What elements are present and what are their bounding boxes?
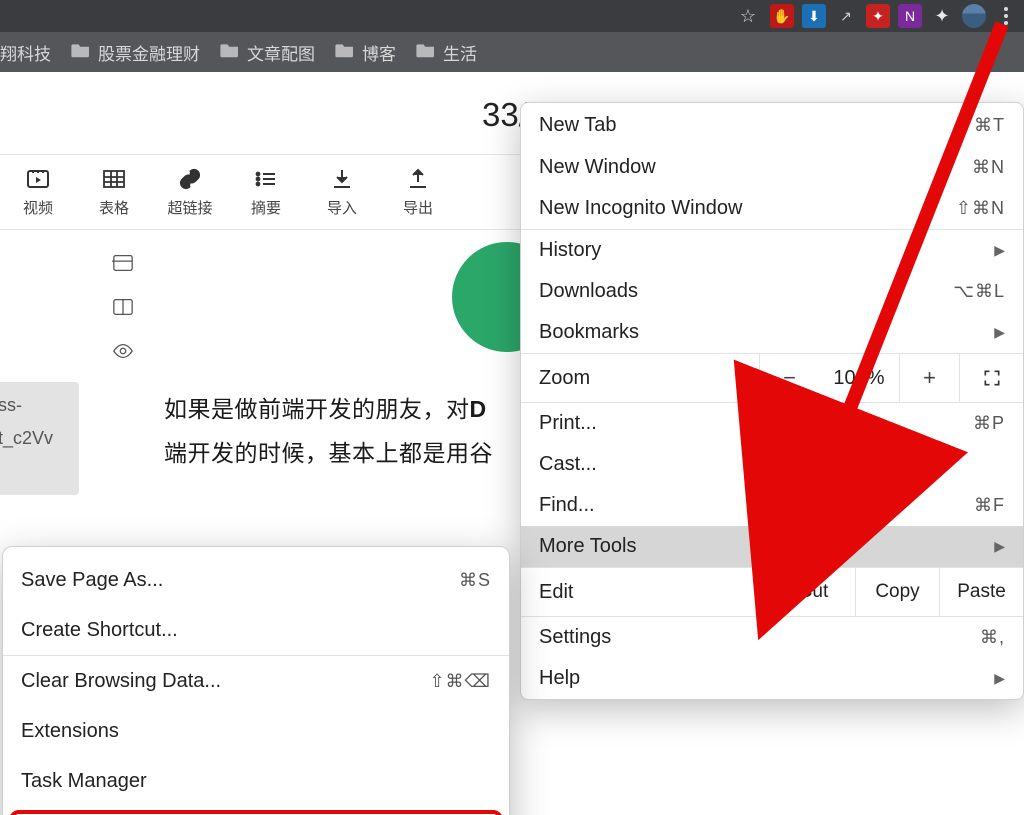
tool-link[interactable]: 超链接 (152, 155, 228, 229)
chevron-right-icon: ▶ (994, 324, 1005, 341)
menu-edit-row: Edit Cut Copy Paste (521, 567, 1023, 617)
menu-cast[interactable]: Cast... (521, 444, 1023, 485)
zoom-label: Zoom (521, 367, 759, 390)
extension-icon-download[interactable]: ⬇ (802, 4, 826, 28)
edit-paste-button[interactable]: Paste (939, 568, 1023, 616)
menu-bookmarks[interactable]: Bookmarks▶ (521, 312, 1023, 353)
bookmark-folder[interactable]: 生活 (416, 40, 477, 65)
tool-table[interactable]: 表格 (76, 155, 152, 229)
menu-more-tools[interactable]: More Tools▶ (521, 526, 1023, 567)
menu-new-window[interactable]: New Window⌘N (521, 147, 1023, 188)
tool-video[interactable]: 视频 (0, 155, 76, 229)
menu-incognito[interactable]: New Incognito Window⇧⌘N (521, 188, 1023, 229)
bookmark-folder[interactable]: 博客 (335, 40, 396, 65)
edit-cut-button[interactable]: Cut (771, 568, 855, 616)
bookmark-folder[interactable]: 翔科技 (0, 40, 51, 65)
menu-print[interactable]: Print...⌘P (521, 403, 1023, 444)
bookmarks-bar: 翔科技 股票金融理财 文章配图 博客 生活 (0, 32, 1024, 72)
tool-summary[interactable]: 摘要 (228, 155, 304, 229)
page-content: 33/ 视频 表格 超链接 摘要 导入 导出 n.top) ss-t_c2Vv … (0, 72, 1024, 815)
chevron-right-icon: ▶ (994, 670, 1005, 687)
submenu-extensions[interactable]: Extensions (3, 706, 509, 756)
edit-label: Edit (521, 581, 771, 604)
menu-help[interactable]: Help▶ (521, 658, 1023, 699)
star-icon[interactable]: ☆ (740, 6, 756, 27)
browser-chrome-bar: ☆ ✋ ⬇ ↗ ✦ N ✦ (0, 0, 1024, 32)
eye-icon[interactable] (112, 340, 134, 362)
folder-icon (416, 42, 436, 63)
tool-export[interactable]: 导出 (380, 155, 456, 229)
menu-settings[interactable]: Settings⌘, (521, 617, 1023, 658)
extension-icon-block[interactable]: ✋ (770, 4, 794, 28)
folder-icon (71, 42, 91, 63)
bookmark-folder[interactable]: 文章配图 (220, 40, 315, 65)
extensions-puzzle-icon[interactable]: ✦ (930, 4, 954, 28)
zoom-in-button[interactable]: + (899, 354, 959, 402)
folder-icon (220, 42, 240, 63)
layout-row-icon[interactable] (112, 252, 134, 274)
layout-column-icon[interactable] (112, 296, 134, 318)
profile-avatar[interactable] (962, 4, 986, 28)
chevron-right-icon: ▶ (994, 242, 1005, 259)
menu-history[interactable]: History▶ (521, 230, 1023, 271)
fullscreen-button[interactable] (959, 354, 1023, 402)
submenu-save-page[interactable]: Save Page As...⌘S (3, 555, 509, 605)
menu-downloads[interactable]: Downloads⌥⌘L (521, 271, 1023, 312)
side-layout-icons (112, 252, 134, 362)
zoom-value: 100% (819, 367, 899, 390)
menu-find[interactable]: Find...⌘F (521, 485, 1023, 526)
submenu-create-shortcut[interactable]: Create Shortcut... (3, 605, 509, 655)
extension-icon-onenote[interactable]: N (898, 4, 922, 28)
chrome-menu-button[interactable] (994, 4, 1018, 28)
code-scrap-block: ss-t_c2Vv (0, 382, 79, 495)
tool-import[interactable]: 导入 (304, 155, 380, 229)
more-tools-submenu: Save Page As...⌘S Create Shortcut... Cle… (2, 546, 510, 815)
extension-icon-arrow[interactable]: ↗ (834, 4, 858, 28)
menu-zoom-row: Zoom − 100% + (521, 353, 1023, 403)
developer-tools-highlight: Developer Tools⌥⌘I (9, 810, 503, 815)
bookmark-folder[interactable]: 股票金融理财 (71, 40, 200, 65)
article-text: 如果是做前端开发的朋友，对D 端开发的时候，基本上都是用谷 (164, 388, 493, 475)
edit-copy-button[interactable]: Copy (855, 568, 939, 616)
folder-icon (335, 42, 355, 63)
menu-new-tab[interactable]: New Tab⌘T (521, 103, 1023, 147)
extension-icon-spark[interactable]: ✦ (866, 4, 890, 28)
zoom-out-button[interactable]: − (759, 354, 819, 402)
submenu-task-manager[interactable]: Task Manager (3, 756, 509, 806)
chrome-main-menu: New Tab⌘T New Window⌘N New Incognito Win… (520, 102, 1024, 700)
chevron-right-icon: ▶ (994, 538, 1005, 555)
submenu-clear-data[interactable]: Clear Browsing Data...⇧⌘⌫ (3, 656, 509, 706)
